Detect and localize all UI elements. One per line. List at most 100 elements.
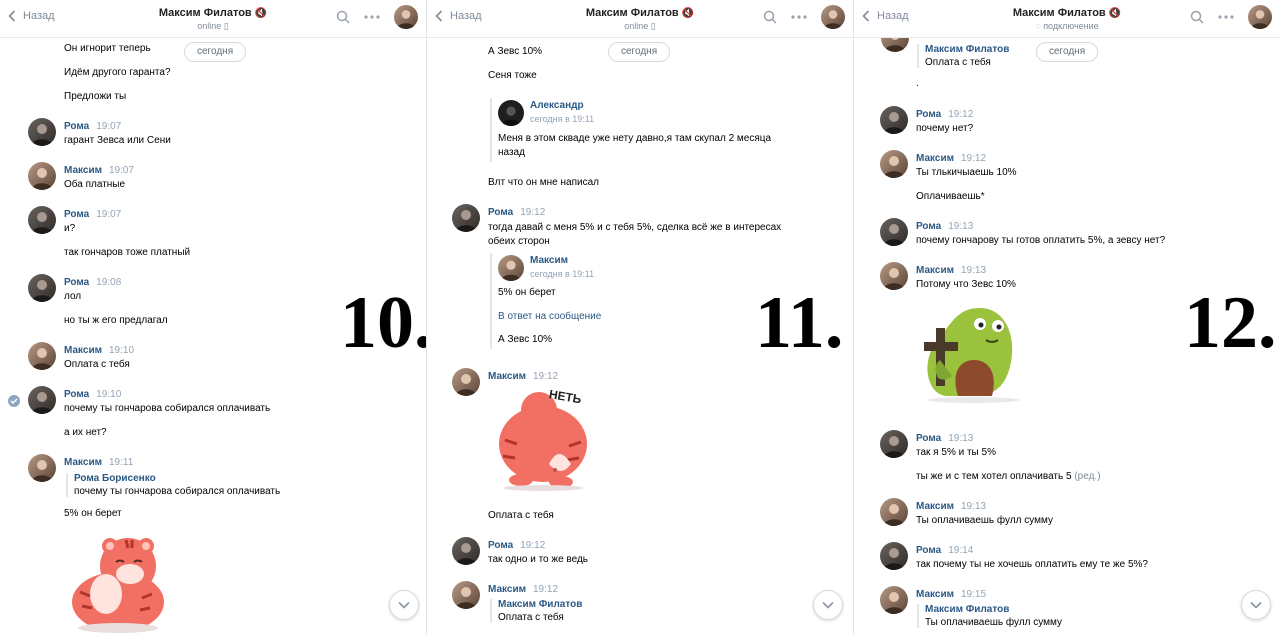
- message-author[interactable]: Рома 19:07: [64, 209, 121, 220]
- message-time: 19:10: [109, 345, 135, 356]
- message-text: почему ты гончарова собирался оплачивать: [64, 403, 271, 414]
- chat-avatar[interactable]: [1248, 5, 1272, 29]
- message-author[interactable]: Максим 19:11: [64, 457, 133, 468]
- chat-panel-10: Назад Максим Филатов 🔇 online ▯ сегодня О…: [0, 0, 426, 634]
- avatar[interactable]: [28, 206, 56, 234]
- avatar[interactable]: [880, 106, 908, 134]
- message-author[interactable]: Рома 19:13: [916, 221, 973, 232]
- quote-text: 5% он берет: [498, 287, 556, 298]
- message-author[interactable]: Рома 19:07: [64, 121, 121, 132]
- message-text: ты же и с тем хотел оплачивать 5 (ред.): [916, 471, 1101, 482]
- search-icon[interactable]: [1190, 10, 1204, 24]
- scroll-down-button[interactable]: [813, 590, 843, 620]
- in-reply-to-link[interactable]: В ответ на сообщение: [498, 311, 601, 322]
- avatar[interactable]: [880, 542, 908, 570]
- avatar[interactable]: [28, 386, 56, 414]
- tiger-sticker[interactable]: [66, 532, 170, 634]
- avatar[interactable]: [880, 218, 908, 246]
- reply-quote[interactable]: Максим Филатов Оплата с тебя: [490, 599, 582, 623]
- message-author[interactable]: Рома 19:10: [64, 389, 121, 400]
- message-author[interactable]: Рома 19:12: [916, 109, 973, 120]
- avatar[interactable]: [28, 274, 56, 302]
- message-author[interactable]: Максим 19:12: [488, 371, 558, 382]
- avatar[interactable]: [452, 537, 480, 565]
- avatar[interactable]: [498, 100, 524, 126]
- avatar[interactable]: [28, 118, 56, 146]
- avatar[interactable]: [880, 586, 908, 614]
- avatar[interactable]: [498, 255, 524, 281]
- avatar[interactable]: [452, 204, 480, 232]
- avatar[interactable]: [28, 342, 56, 370]
- avatar[interactable]: [452, 368, 480, 396]
- tiger-net-sticker[interactable]: НЕТЬ: [491, 386, 595, 492]
- quote-date: сегодня в 19:11: [530, 269, 595, 279]
- message-text: Предложи ты: [64, 91, 127, 102]
- more-dots-icon[interactable]: [364, 15, 380, 19]
- avatar[interactable]: [28, 162, 56, 190]
- message-text: Ты тлькичыаешь 10%: [916, 167, 1017, 178]
- message-author[interactable]: Рома 19:13: [916, 433, 973, 444]
- scroll-down-button[interactable]: [1241, 590, 1271, 620]
- message-author[interactable]: Рома 19:08: [64, 277, 121, 288]
- message-time: 19:13: [961, 265, 987, 276]
- message-text: гарант Зевса или Сени: [64, 135, 171, 146]
- message-author[interactable]: Максим 19:12: [916, 153, 986, 164]
- avatar[interactable]: [28, 454, 56, 482]
- message-author[interactable]: Максим 19:13: [916, 265, 986, 276]
- message-author[interactable]: Максим 19:12: [488, 584, 558, 595]
- scroll-down-button[interactable]: [389, 590, 419, 620]
- message-text: Он игнорит теперь: [64, 43, 151, 54]
- avatar[interactable]: [880, 430, 908, 458]
- message-author[interactable]: Максим 19:10: [64, 345, 134, 356]
- mobile-icon: ▯: [223, 21, 229, 31]
- message-time: 19:12: [533, 584, 559, 595]
- screenshot-number: 10.: [340, 282, 426, 364]
- message-time: 19:11: [109, 457, 134, 468]
- search-icon[interactable]: [763, 10, 777, 24]
- search-icon[interactable]: [336, 10, 350, 24]
- message-time: 19:12: [520, 207, 546, 218]
- quote-author: Максим: [530, 255, 568, 266]
- message-text: Ты оплачиваешь фулл сумму: [916, 515, 1054, 526]
- quote-author: Максим Филатов: [925, 604, 1010, 615]
- message-text: а их нет?: [64, 427, 107, 438]
- date-pill: сегодня: [1036, 42, 1099, 62]
- quote-author: Александр: [530, 100, 584, 111]
- message-time: 19:07: [96, 209, 122, 220]
- message-text: Сеня тоже: [488, 70, 537, 81]
- more-dots-icon[interactable]: [1218, 15, 1234, 19]
- date-pill: сегодня: [184, 42, 247, 62]
- avatar[interactable]: [880, 150, 908, 178]
- message-text: Оплата с тебя: [64, 359, 130, 370]
- avatar[interactable]: [880, 262, 908, 290]
- message-text: так почему ты не хочешь оплатить ему те …: [916, 559, 1148, 570]
- message-author[interactable]: Максим 19:13: [916, 501, 986, 512]
- quote-text: Оплата с тебя: [925, 57, 991, 68]
- reply-quote[interactable]: Максим Филатов Оплата с тебя: [917, 44, 1009, 68]
- reply-quote[interactable]: Рома Борисенко почему ты гончарова собир…: [66, 473, 280, 497]
- avatar[interactable]: [880, 498, 908, 526]
- avocado-cross-sticker[interactable]: [918, 300, 1028, 404]
- message-author[interactable]: Максим 19:15: [916, 589, 986, 600]
- message-text: почему нет?: [916, 123, 974, 134]
- message-author[interactable]: Рома 19:14: [916, 545, 973, 556]
- quote-text: Меня в этом скваде уже нету давно,я там …: [498, 133, 772, 158]
- chat-avatar[interactable]: [394, 5, 418, 29]
- message-text: Оба платные: [64, 179, 126, 190]
- forwarded-message[interactable]: Александр сегодня в 19:11 Меня в этом ск…: [490, 98, 790, 162]
- quote-text: почему ты гончарова собирался оплачивать: [74, 486, 281, 497]
- message-author[interactable]: Рома 19:12: [488, 540, 545, 551]
- chat-header: Назад Максим Филатов 🔇 ◌ подключение: [854, 0, 1280, 38]
- chevron-down-icon: [1250, 601, 1262, 609]
- chat-avatar[interactable]: [821, 5, 845, 29]
- message-text: тогда давай с меня 5% и с тебя 5%, сделк…: [488, 222, 782, 247]
- selected-check-icon[interactable]: [8, 395, 20, 407]
- more-dots-icon[interactable]: [791, 15, 807, 19]
- message-time: 19:07: [109, 165, 135, 176]
- reply-quote[interactable]: Максим сегодня в 19:11 5% он берет В отв…: [490, 253, 790, 349]
- message-author[interactable]: Максим 19:07: [64, 165, 134, 176]
- avatar[interactable]: [452, 581, 480, 609]
- screenshot-number: 12.: [1184, 282, 1277, 364]
- reply-quote[interactable]: Максим Филатов Ты оплачиваешь фулл сумму: [917, 604, 1062, 628]
- message-author[interactable]: Рома 19:12: [488, 207, 545, 218]
